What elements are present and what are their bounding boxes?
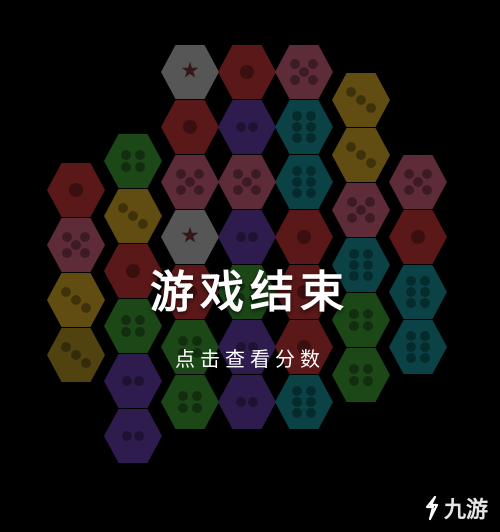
watermark-text: 九游 xyxy=(443,498,488,523)
game-screen[interactable]: ★★ 游戏结束 点击查看分数 九游 xyxy=(0,0,500,532)
jiuyou-logo-icon xyxy=(425,495,439,521)
view-score-button[interactable]: 点击查看分数 xyxy=(0,343,500,372)
game-over-title: 游戏结束 xyxy=(150,267,350,318)
watermark: 九游 xyxy=(421,492,488,524)
